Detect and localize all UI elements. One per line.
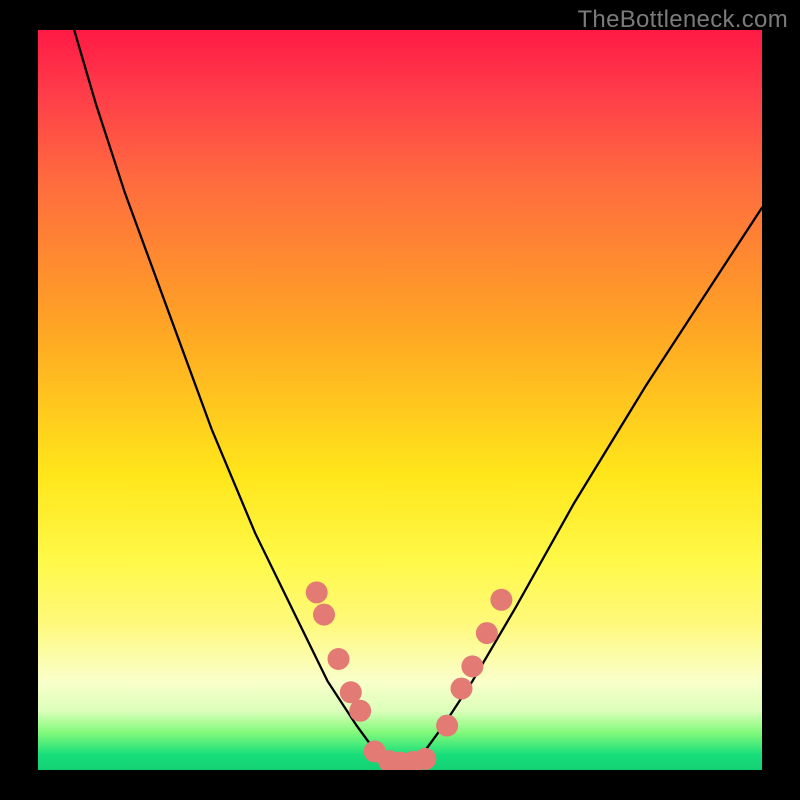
highlight-dot	[476, 622, 498, 644]
highlight-dot	[364, 741, 386, 763]
highlight-dot	[349, 700, 371, 722]
highlight-dot	[451, 678, 473, 700]
series-bottleneck-curve	[74, 30, 762, 766]
highlight-dot	[389, 752, 411, 770]
highlight-dots-group	[306, 581, 513, 770]
highlight-dot	[378, 750, 400, 770]
highlight-dot	[306, 581, 328, 603]
highlight-dot	[490, 589, 512, 611]
highlight-dot	[402, 751, 424, 770]
chart-frame: TheBottleneck.com	[0, 0, 800, 800]
chart-svg	[38, 30, 762, 770]
highlight-dot	[414, 748, 436, 770]
highlight-dot	[340, 681, 362, 703]
chart-plot-area	[38, 30, 762, 770]
watermark-text: TheBottleneck.com	[577, 6, 788, 34]
highlight-dot	[328, 648, 350, 670]
bottleneck-curve-path	[74, 30, 762, 766]
highlight-dot	[313, 604, 335, 626]
highlight-dot	[436, 715, 458, 737]
highlight-dot	[461, 655, 483, 677]
